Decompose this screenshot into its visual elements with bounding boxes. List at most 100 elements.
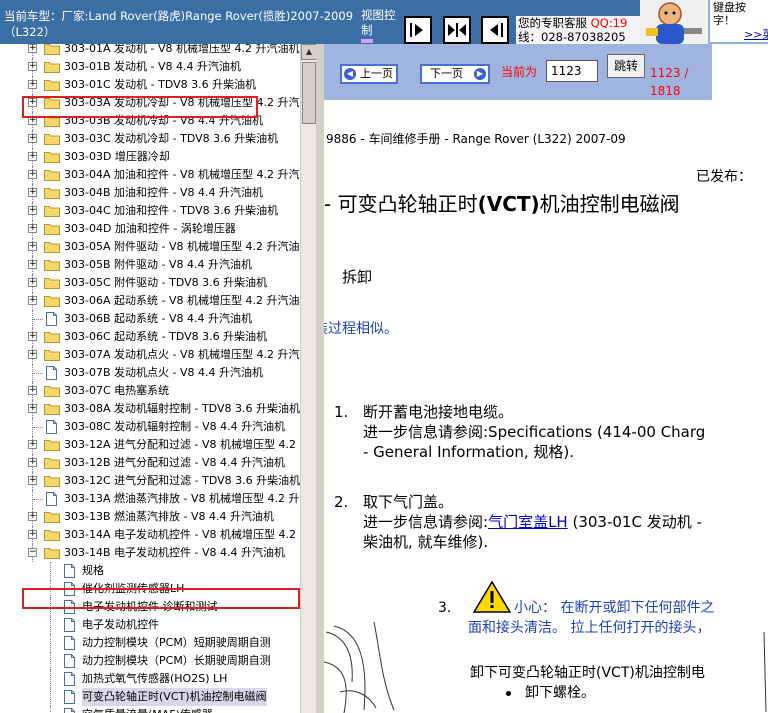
expand-icon[interactable]: + [28, 404, 37, 413]
tree-child-item[interactable]: 可变凸轮轴正时(VCT)机油控制电磁阀 [0, 688, 300, 706]
tree-item[interactable]: 303-13A 燃油蒸汽排放 - V8 机械增压型 4.2 升汽油机 [0, 490, 300, 508]
expand-icon[interactable]: + [28, 44, 37, 53]
tree-item[interactable]: 303-06B 起动系统 - V8 4.4 升汽油机 [0, 310, 300, 328]
tree-item[interactable]: +303-06C 起动系统 - TDV8 3.6 升柴油机 [0, 328, 300, 346]
tree-child-item[interactable]: 电子发动机控件 [0, 616, 300, 634]
hint-link[interactable]: >>菜 [744, 28, 768, 41]
toggle-frame-button[interactable] [443, 16, 471, 44]
support-qq[interactable]: QQ:19 [591, 16, 628, 30]
tree-scrollbar[interactable]: ▲ [300, 44, 317, 713]
expand-icon[interactable]: + [28, 152, 37, 161]
tree-item[interactable]: +303-04C 加油和控件 - TDV8 3.6 升柴油机 [0, 202, 300, 220]
step-text: 取下气门盖。 [363, 493, 454, 511]
tree-item[interactable]: +303-05A 附件驱动 - V8 机械增压型 4.2 升汽油机 [0, 238, 300, 256]
tree-item[interactable]: +303-05C 附件驱动 - TDV8 3.6 升柴油机 [0, 274, 300, 292]
scroll-thumb[interactable] [302, 62, 316, 124]
tree-item-label: 303-07B 发动机点火 - V8 4.4 升汽油机 [64, 366, 263, 379]
tree-item-label: 303-07A 发动机点火 - V8 机械增压型 4.2 升汽油机 [64, 348, 300, 361]
expand-icon[interactable]: + [28, 116, 37, 125]
expand-left-button[interactable] [481, 16, 509, 44]
tree-item[interactable]: − 303-14B 电子发动机控件 - V8 4.4 升汽油机 [0, 544, 300, 562]
expand-icon[interactable]: + [28, 458, 37, 467]
tree-item[interactable]: +303-03D 增压器冷却 [0, 148, 300, 166]
expand-icon[interactable]: + [28, 332, 37, 341]
expand-icon[interactable]: + [28, 386, 37, 395]
folder-icon [44, 512, 60, 523]
published-label: 已发布： [696, 169, 752, 185]
expand-icon[interactable]: + [28, 224, 37, 233]
tree-item[interactable]: +303-14A 电子发动机控件 - V8 机械增压型 4.2 升汽油机 [0, 526, 300, 544]
mascot-icon [640, 0, 708, 44]
step-number: 1. [334, 403, 349, 421]
expand-icon[interactable]: + [28, 278, 37, 287]
expand-icon[interactable]: + [28, 296, 37, 305]
expand-icon[interactable]: + [28, 188, 37, 197]
expand-icon[interactable]: + [28, 440, 37, 449]
expand-icon[interactable]: + [28, 134, 37, 143]
page-navigation: ◀ 上一页 下一页 ▶ 当前为 跳转 1123 / 1818 [324, 44, 712, 100]
tree-item[interactable]: +303-01A 发动机 - V8 机械增压型 4.2 升汽油机 [0, 44, 300, 58]
tree-item[interactable]: +303-01B 发动机 - V8 4.4 升汽油机 [0, 58, 300, 76]
prev-page-button[interactable]: ◀ 上一页 [340, 64, 398, 84]
jump-button[interactable]: 跳转 [607, 54, 645, 78]
tree-item[interactable]: +303-12A 进气分配和过滤 - V8 机械增压型 4.2 升汽油机 [0, 436, 300, 454]
tree-item[interactable]: +303-04D 加油和控件 - 涡轮增压器 [0, 220, 300, 238]
folder-icon [44, 404, 60, 415]
view-control-label[interactable]: 视图控制 [361, 8, 401, 43]
tree-item[interactable]: +303-06A 起动系统 - V8 机械增压型 4.2 升汽油机 [0, 292, 300, 310]
tree-item[interactable]: +303-03A 发动机冷却 - V8 机械增压型 4.2 升汽油机 [0, 94, 300, 112]
expand-icon[interactable]: + [28, 80, 37, 89]
document-icon [64, 690, 75, 704]
tree-item[interactable]: +303-03C 发动机冷却 - TDV8 3.6 升柴油机 [0, 130, 300, 148]
page-number-input[interactable] [546, 60, 598, 82]
tree-child-item[interactable]: 动力控制模块（PCM）长期驶周期自测 [0, 652, 300, 670]
double-arrow-icon [448, 23, 466, 37]
tree-guide [33, 319, 43, 320]
expand-icon[interactable]: + [28, 98, 37, 107]
navigation-tree: +303-01A 发动机 - V8 机械增压型 4.2 升汽油机 +303-01B… [0, 44, 316, 713]
page-total: 1123 / 1818 [650, 66, 689, 98]
tree-item[interactable]: +303-13B 燃油蒸汽排放 - V8 4.4 升汽油机 [0, 508, 300, 526]
tree-item[interactable]: +303-07A 发动机点火 - V8 机械增压型 4.2 升汽油机 [0, 346, 300, 364]
collapse-left-button[interactable] [404, 16, 432, 44]
expand-icon[interactable]: + [28, 350, 37, 359]
tree-child-item[interactable]: 加热式氧气传感器(HO2S) LH [0, 670, 300, 688]
tree-item[interactable]: +303-04A 加油和控件 - V8 机械增压型 4.2 升汽油机 [0, 166, 300, 184]
bullet-icon [506, 690, 511, 696]
collapse-icon[interactable]: − [28, 548, 37, 557]
tree-item[interactable]: +303-08A 发动机辐射控制 - TDV8 3.6 升柴油机 [0, 400, 300, 418]
expand-icon[interactable]: + [28, 170, 37, 179]
tree-item[interactable]: +303-04B 加油和控件 - V8 4.4 升汽油机 [0, 184, 300, 202]
expand-icon[interactable]: + [28, 62, 37, 71]
pane-splitter[interactable] [316, 44, 324, 713]
tree-child-item[interactable]: 电子发动机控件 诊断和测试 [0, 598, 300, 616]
expand-icon[interactable]: + [28, 242, 37, 251]
tree-child-item[interactable]: 催化剂监测传感器LH [0, 580, 300, 598]
tree-item[interactable]: +303-12B 进气分配和过滤 - V8 4.4 升汽油机 [0, 454, 300, 472]
document-icon [46, 366, 57, 380]
hint-bubble: 键盘按字！ >>菜 [708, 0, 768, 44]
tree-guide [50, 652, 51, 670]
tree-item[interactable]: 303-08C 发动机辐射控制 - V8 4.4 升汽油机 [0, 418, 300, 436]
tree-item[interactable]: +303-12C 进气分配和过滤 - TDV8 3.6 升柴油机 [0, 472, 300, 490]
tree-item[interactable]: +303-03B 发动机冷却 - V8 4.4 升汽油机 [0, 112, 300, 130]
next-page-button[interactable]: 下一页 ▶ [420, 64, 490, 84]
expand-icon[interactable]: + [28, 476, 37, 485]
tree-item[interactable]: +303-01C 发动机 - TDV8 3.6 升柴油机 [0, 76, 300, 94]
tree-child-item[interactable]: 规格 [0, 562, 300, 580]
tree-item[interactable]: +303-07C 电热塞系统 [0, 382, 300, 400]
top-header: 当前车型：厂家:Land Rover(路虎)Range Rover(揽胜)200… [0, 0, 768, 44]
valve-cover-link[interactable]: 气门室盖LH [488, 513, 568, 531]
scroll-up-icon[interactable]: ▲ [301, 44, 317, 60]
tree-child-item[interactable]: 动力控制模块（PCM）短期驶周期自测 [0, 634, 300, 652]
folder-icon [44, 278, 60, 289]
expand-icon[interactable]: + [28, 206, 37, 215]
tree-item[interactable]: 303-07B 发动机点火 - V8 4.4 升汽油机 [0, 364, 300, 382]
current-model-text: 当前车型：厂家:Land Rover(路虎)Range Rover(揽胜)200… [4, 9, 354, 39]
expand-icon[interactable]: + [28, 512, 37, 521]
expand-icon[interactable]: + [28, 530, 37, 539]
tree-child-item[interactable]: 空气质量流量(MAF)传感器 [0, 706, 300, 713]
document-icon [46, 420, 57, 434]
expand-icon[interactable]: + [28, 260, 37, 269]
tree-item[interactable]: +303-05B 附件驱动 - V8 4.4 升汽油机 [0, 256, 300, 274]
